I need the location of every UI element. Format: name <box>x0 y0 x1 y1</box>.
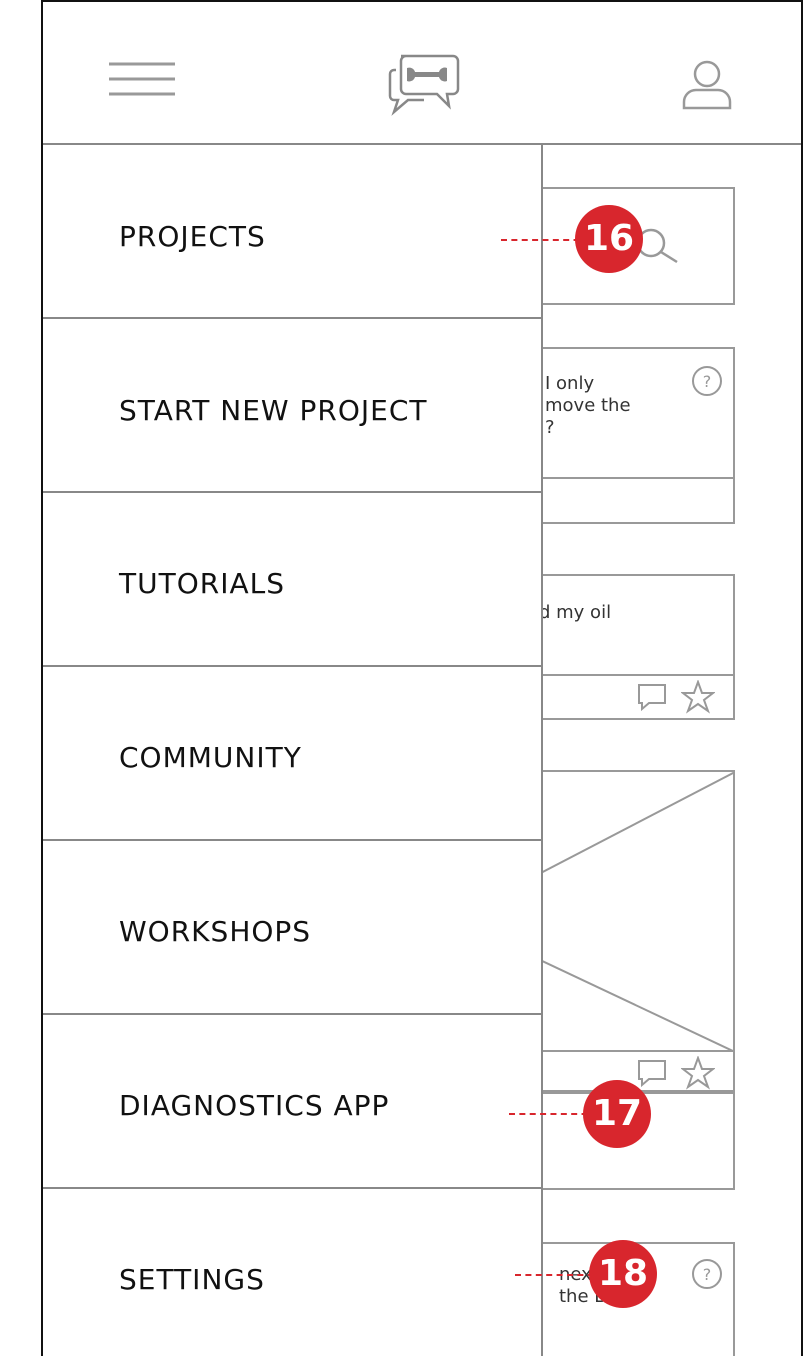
star-icon[interactable] <box>681 680 715 714</box>
menu-item-workshops[interactable]: WORKSHOPS <box>43 841 541 1015</box>
menu-item-label: COMMUNITY <box>119 741 302 774</box>
menu-item-label: PROJECTS <box>119 220 266 253</box>
menu-item-start-new-project[interactable]: START NEW PROJECT <box>43 319 541 493</box>
question-circle-icon[interactable]: ? <box>691 1258 723 1290</box>
menu-item-tutorials[interactable]: TUTORIALS <box>43 493 541 667</box>
callout-badge: 18 <box>589 1240 657 1308</box>
menu-item-diagnostics-app[interactable]: DIAGNOSTICS APP <box>43 1015 541 1189</box>
navigation-drawer: PROJECTS START NEW PROJECT TUTORIALS COM… <box>43 145 543 1356</box>
menu-item-label: TUTORIALS <box>119 567 285 600</box>
comment-icon[interactable] <box>637 682 667 712</box>
menu-item-label: START NEW PROJECT <box>119 394 428 427</box>
menu-item-community[interactable]: COMMUNITY <box>43 667 541 841</box>
question-circle-icon[interactable]: ? <box>691 365 723 397</box>
menu-item-label: SETTINGS <box>119 1263 265 1296</box>
menu-item-settings[interactable]: SETTINGS <box>43 1189 541 1356</box>
app-frame: I only move the ? ? d my oil nex the ? P… <box>41 0 803 1356</box>
callout-badge: 17 <box>583 1080 651 1148</box>
card-text: I only move the ? <box>545 373 631 438</box>
callout-badge: 16 <box>575 205 643 273</box>
svg-text:?: ? <box>703 372 712 391</box>
comment-icon[interactable] <box>637 1058 667 1088</box>
star-icon[interactable] <box>681 1056 715 1090</box>
menu-item-label: DIAGNOSTICS APP <box>119 1089 390 1122</box>
svg-text:?: ? <box>703 1265 712 1284</box>
menu-item-projects[interactable]: PROJECTS <box>43 145 541 319</box>
card-text: d my oil <box>539 602 612 623</box>
menu-item-label: WORKSHOPS <box>119 915 312 948</box>
